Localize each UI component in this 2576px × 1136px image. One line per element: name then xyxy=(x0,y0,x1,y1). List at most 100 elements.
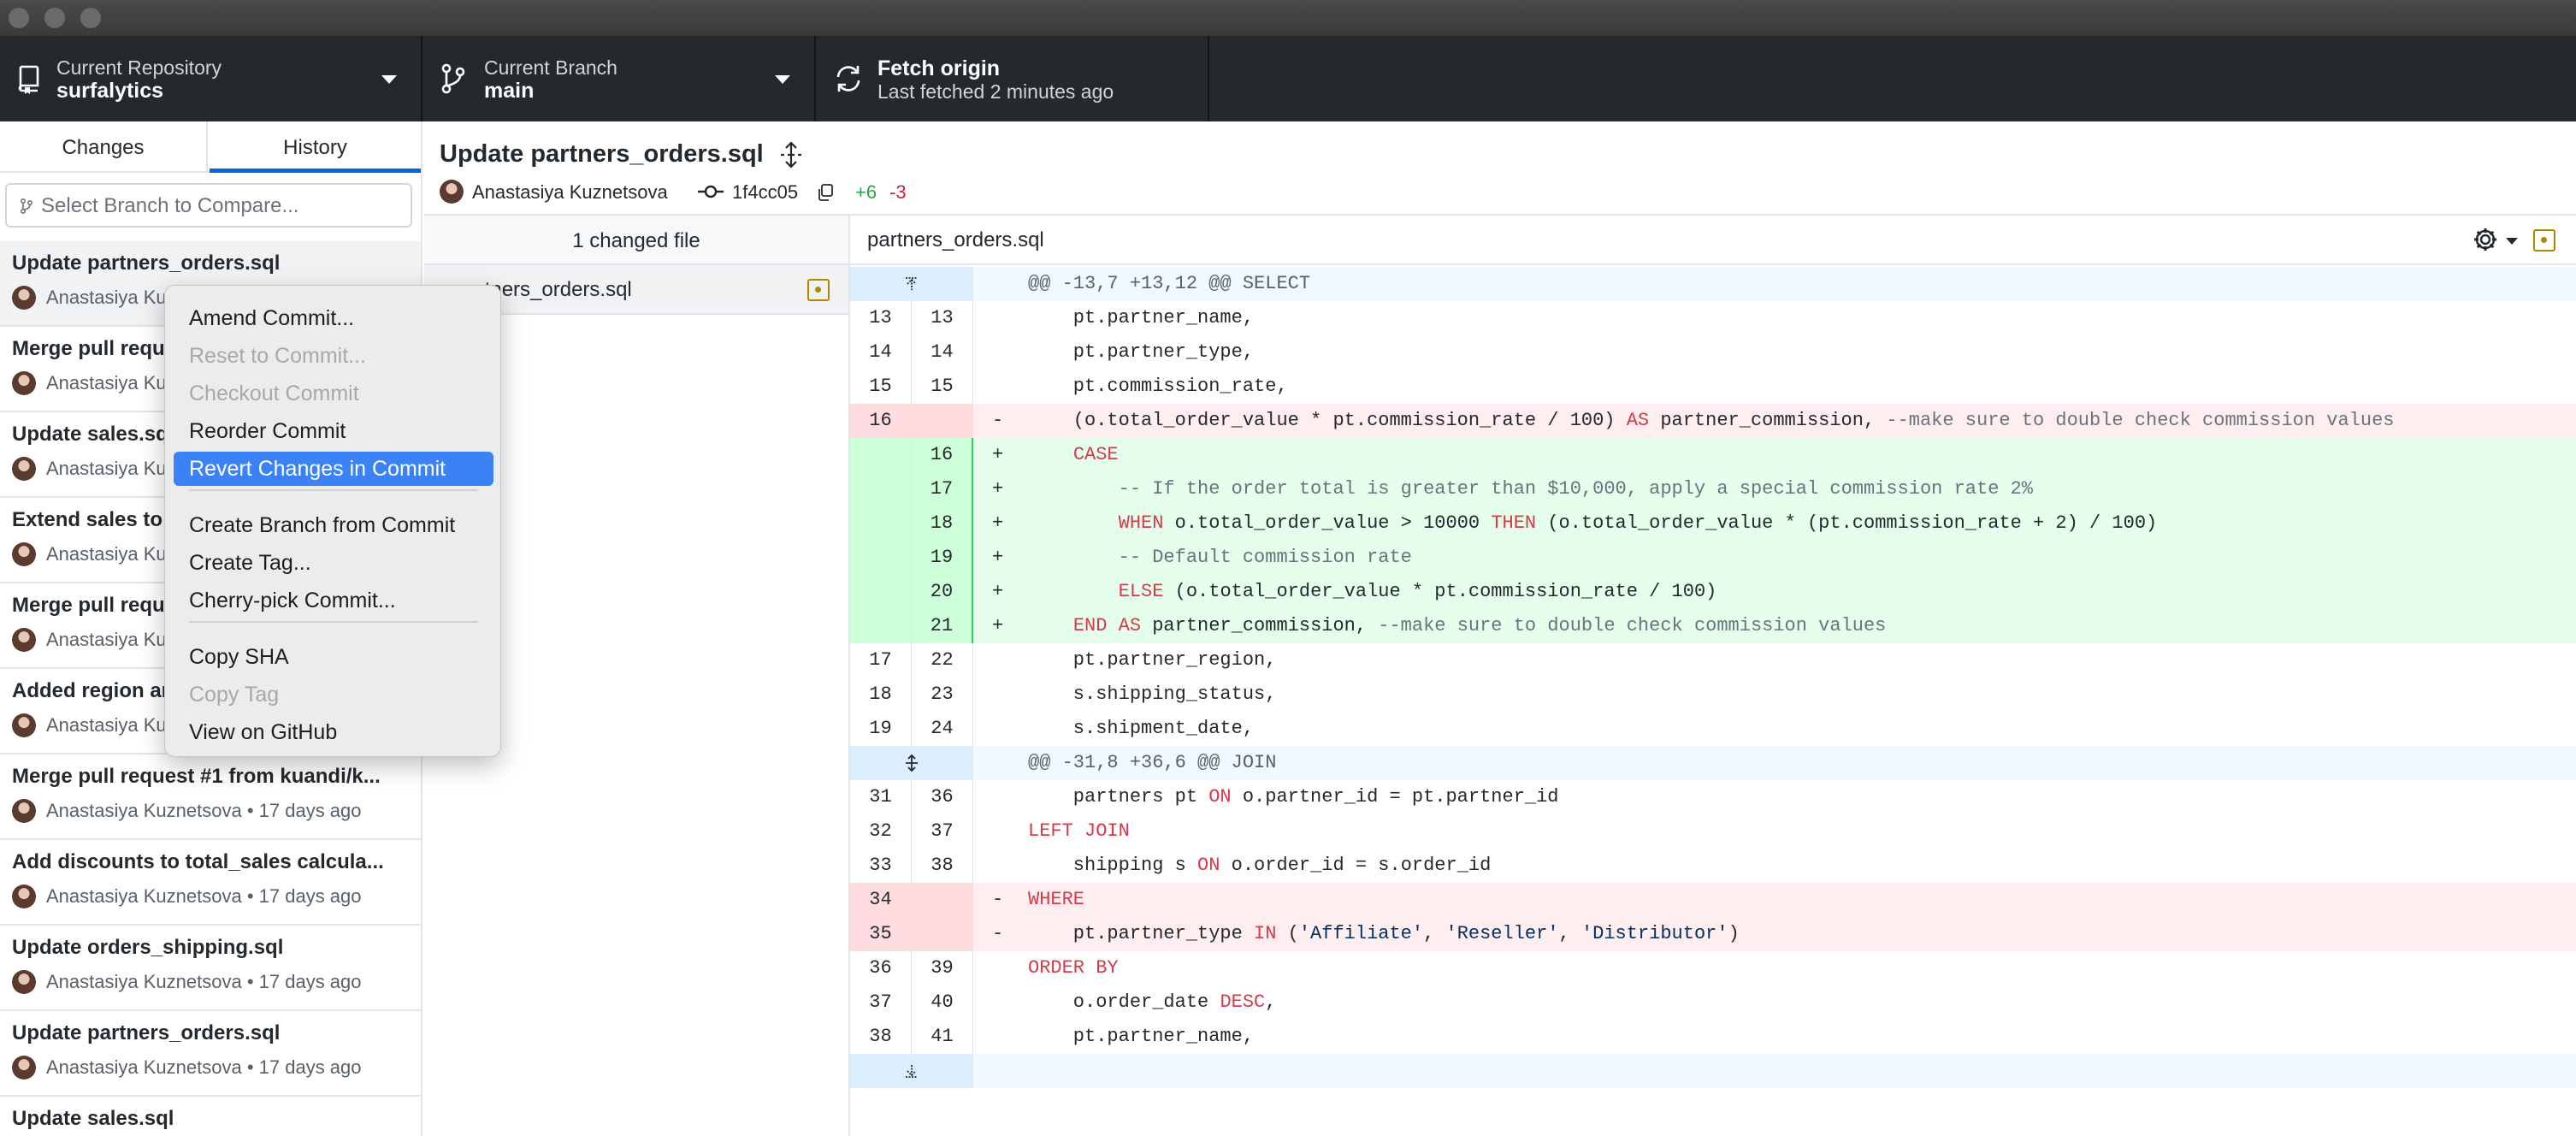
menu-item-reset-to-commit: Reset to Commit... xyxy=(189,344,366,368)
old-line-number: 38 xyxy=(850,1020,912,1054)
sync-icon xyxy=(836,66,860,92)
code-line: s.shipping_status, xyxy=(1028,683,1277,705)
repository-label: Current Repository xyxy=(56,56,222,79)
commit-item-meta: Anastasiya Kuznetsova • 17 days ago xyxy=(46,885,362,908)
code-line: pt.partner_type IN ('Affiliate', 'Resell… xyxy=(1028,923,1740,944)
avatar xyxy=(12,457,36,481)
zoom-window-button[interactable] xyxy=(80,8,101,28)
menu-item-reorder-commit[interactable]: Reorder Commit xyxy=(174,414,493,448)
branch-icon xyxy=(20,198,33,215)
new-line-number: 18 xyxy=(912,506,973,541)
git-commit-icon xyxy=(698,185,724,198)
new-line-number: 14 xyxy=(912,335,973,370)
commit-item-meta: Anastasiya Kuznetsova • 17 days ago xyxy=(46,971,362,993)
old-line-number: 33 xyxy=(850,849,912,883)
compare-branch-field[interactable] xyxy=(5,183,412,228)
code-line: LEFT JOIN xyxy=(1028,820,1130,842)
menu-item-create-tag[interactable]: Create Tag... xyxy=(174,546,493,580)
diff-header: partners_orders.sql xyxy=(850,216,2576,265)
current-repository-button[interactable]: Current Repository surfalytics xyxy=(0,36,422,121)
added-marker: + xyxy=(992,547,1004,568)
copy-icon[interactable] xyxy=(816,183,835,202)
diff-line: 18 + WHEN o.total_order_value > 10000 THE… xyxy=(850,506,2576,541)
diff-line: 17 + -- If the order total is greater tha… xyxy=(850,472,2576,506)
toolbar: Current Repository surfalytics Current B… xyxy=(0,36,2576,121)
chevron-down-icon xyxy=(775,75,790,84)
menu-item-amend-commit[interactable]: Amend Commit... xyxy=(174,301,493,335)
diff-line: 34 - WHERE xyxy=(850,883,2576,917)
commit-item-title: Merge pull request #1 from kuandi/k... xyxy=(12,765,381,788)
diff-line: 19 24 s.shipment_date, xyxy=(850,712,2576,746)
chevron-down-icon[interactable] xyxy=(2506,238,2518,245)
diff-line: 17 22 pt.partner_region, xyxy=(850,643,2576,677)
menu-item-copy-sha[interactable]: Copy SHA xyxy=(174,640,493,674)
diff-line: 21 + END AS partner_commission, --make su… xyxy=(850,609,2576,643)
added-marker: + xyxy=(992,581,1004,602)
menu-item-view-on-github[interactable]: View on GitHub xyxy=(174,715,493,749)
diff-line: @@ -13,7 +13,12 @@ SELECT xyxy=(850,267,2576,301)
avatar xyxy=(12,286,36,310)
branch-icon xyxy=(441,63,465,94)
repository-name: surfalytics xyxy=(56,79,164,103)
chevron-down-icon xyxy=(381,75,397,84)
added-marker: + xyxy=(992,615,1004,636)
expand-icon[interactable] xyxy=(777,140,806,169)
tab-history[interactable]: History xyxy=(210,121,421,173)
avatar xyxy=(12,970,36,994)
old-line-number: 17 xyxy=(850,643,912,677)
old-line-number xyxy=(850,438,912,472)
code-line: o.order_date DESC, xyxy=(1028,991,1277,1013)
old-line-number xyxy=(850,575,912,609)
code-line: -- Default commission rate xyxy=(1118,547,1412,568)
new-line-number: 40 xyxy=(912,985,973,1020)
old-line-number xyxy=(850,472,912,506)
commit-list-item[interactable]: Update sales.sql xyxy=(0,1097,421,1136)
old-line-number: 13 xyxy=(850,301,912,335)
avatar xyxy=(12,371,36,395)
diff-line: @@ -31,8 +36,6 @@ JOIN xyxy=(850,746,2576,780)
menu-item-cherry-pick-commit[interactable]: Cherry-pick Commit... xyxy=(174,583,493,618)
diff-viewer: partners_orders.sql @@ -13,7 +13,12 @@ S… xyxy=(850,216,2576,1136)
old-line-number: 19 xyxy=(850,712,912,746)
new-line-number xyxy=(912,404,973,438)
added-marker: + xyxy=(992,444,1004,465)
menu-item-create-branch-from-commit[interactable]: Create Branch from Commit xyxy=(174,508,493,542)
commit-list-item[interactable]: Update orders_shipping.sql Anastasiya Kuz… xyxy=(0,926,421,1011)
current-branch-button[interactable]: Current Branch main xyxy=(422,36,816,121)
meta-separator: • xyxy=(241,800,259,821)
commit-author: Anastasiya Kuznetsova xyxy=(472,181,668,203)
code-line: pt.partner_region, xyxy=(1028,649,1277,671)
close-window-button[interactable] xyxy=(9,8,29,28)
compare-branch-input[interactable] xyxy=(41,192,400,221)
avatar xyxy=(12,885,36,908)
minimize-window-button[interactable] xyxy=(44,8,65,28)
menu-item-revert-changes-in-commit[interactable]: Revert Changes in Commit xyxy=(174,452,493,486)
commit-item-time: 17 days ago xyxy=(258,885,362,907)
commit-list-item[interactable]: Update partners_orders.sql Anastasiya Kuz… xyxy=(0,1011,421,1097)
commit-item-time: 17 days ago xyxy=(258,971,362,992)
tab-changes[interactable]: Changes xyxy=(0,121,208,173)
commit-list-item[interactable]: Add discounts to total_sales calcula... A… xyxy=(0,840,421,926)
fetch-origin-button[interactable]: Fetch origin Last fetched 2 minutes ago xyxy=(816,36,1209,121)
expand-up-icon[interactable] xyxy=(903,275,920,293)
hunk-header: @@ -31,8 +36,6 @@ JOIN xyxy=(1028,752,1277,773)
diff-lines: @@ -13,7 +13,12 @@ SELECT 13 13 pt.partner… xyxy=(850,267,2576,1088)
old-line-number: 15 xyxy=(850,370,912,404)
deleted-marker: - xyxy=(992,410,1004,431)
expand-both-icon[interactable] xyxy=(903,754,920,772)
code-line: shipping s ON o.order_id = s.order_id xyxy=(1028,855,1492,876)
commit-item-author: Anastasiya Kuznetsova xyxy=(46,800,242,821)
commit-list-item[interactable]: Merge pull request #1 from kuandi/k... An… xyxy=(0,754,421,840)
deleted-marker: - xyxy=(992,889,1004,910)
new-line-number: 13 xyxy=(912,301,973,335)
diff-line: 36 39 ORDER BY xyxy=(850,951,2576,985)
code-line: pt.partner_type, xyxy=(1028,341,1255,363)
code-line: partners pt ON o.partner_id = pt.partner… xyxy=(1028,786,1559,808)
new-line-number: 15 xyxy=(912,370,973,404)
expand-down-icon[interactable] xyxy=(903,1062,920,1080)
diff-line: 20 + ELSE (o.total_order_value * pt.commi… xyxy=(850,575,2576,609)
old-line-number: 16 xyxy=(850,404,912,438)
code-line: (o.total_order_value * pt.commission_rat… xyxy=(1028,410,2395,431)
gear-icon[interactable] xyxy=(2472,226,2499,253)
added-marker: + xyxy=(992,512,1004,534)
